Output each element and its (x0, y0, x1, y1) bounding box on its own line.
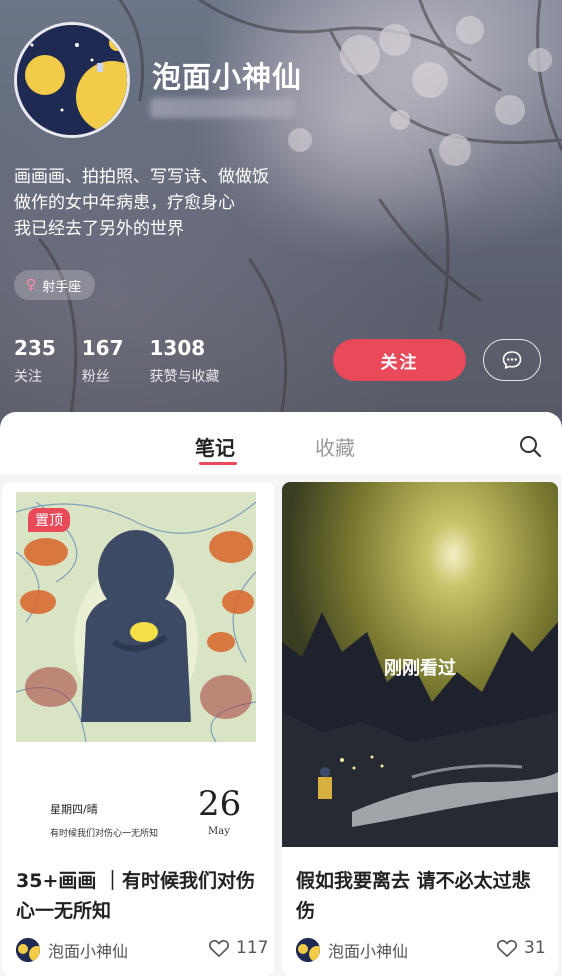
pinned-badge: 置顶 (28, 508, 70, 532)
stat-number: 235 (14, 336, 56, 360)
user-id-blurred (150, 98, 295, 118)
diary-month: May (208, 826, 230, 837)
note-card[interactable]: 置顶 星期四/晴 有时候我们对伤心一无所知 26 May 35+画画 ｜有时候我… (2, 482, 274, 976)
tab-notes[interactable]: 笔记 (195, 432, 235, 461)
note-card[interactable]: 刚刚看过 假如我要离去 请不必太过悲伤 泡面小神仙 31 (282, 482, 558, 976)
stat-number: 1308 (149, 336, 206, 360)
heart-icon (497, 939, 517, 957)
message-icon (502, 351, 522, 369)
note-title[interactable]: 假如我要离去 请不必太过悲伤 (296, 866, 546, 926)
stat-label: 获赞与收藏 (149, 369, 220, 385)
stat-following[interactable]: 235 关注 (14, 336, 56, 386)
heart-icon (209, 939, 229, 957)
female-icon: ♀ (26, 277, 37, 293)
bio-line: 画画画、拍拍照、写写诗、做做饭 (14, 167, 269, 187)
profile-header: 泡面小神仙 画画画、拍拍照、写写诗、做做饭 做作的女中年病患，疗愈身心 我已经去… (0, 0, 562, 430)
note-title[interactable]: 35+画画 ｜有时候我们对伤心一无所知 (16, 866, 266, 926)
diary-line: 有时候我们对伤心一无所知 (50, 829, 159, 839)
like-number: 31 (524, 938, 546, 958)
search-icon[interactable] (518, 434, 542, 458)
like-number: 117 (236, 938, 269, 958)
stat-fans[interactable]: 167 粉丝 (82, 336, 124, 386)
like-count[interactable]: 117 (208, 938, 268, 958)
active-tab-indicator (199, 462, 237, 465)
like-count[interactable]: 31 (496, 938, 546, 958)
note-author[interactable]: 泡面小神仙 (296, 938, 408, 962)
tab-collections[interactable]: 收藏 (315, 432, 355, 461)
author-name: 泡面小神仙 (48, 942, 129, 961)
profile-stats: 235 关注 167 粉丝 1308 获赞与收藏 (14, 336, 220, 386)
stat-label: 关注 (14, 369, 42, 385)
author-name: 泡面小神仙 (328, 942, 409, 961)
content-panel: 笔记 收藏 置顶 星期四/晴 有时候我们对伤心一无所知 26 May 35+画画… (0, 412, 562, 976)
tab-bar: 笔记 收藏 (0, 412, 562, 474)
stat-label: 粉丝 (81, 369, 110, 385)
stat-likes-collections[interactable]: 1308 获赞与收藏 (150, 336, 220, 386)
username: 泡面小神仙 (152, 60, 303, 94)
message-button[interactable] (483, 339, 541, 381)
author-avatar (296, 938, 320, 962)
zodiac-tag: ♀ 射手座 (14, 270, 96, 300)
follow-button[interactable]: 关注 (333, 339, 466, 381)
stat-number: 167 (81, 336, 124, 360)
note-cover-image[interactable]: 刚刚看过 (282, 482, 558, 847)
recently-viewed-overlay: 刚刚看过 (384, 658, 456, 679)
diary-caption: 星期四/晴 有时候我们对伤心一无所知 26 May (2, 746, 274, 856)
note-cover-image[interactable]: 置顶 (16, 492, 256, 742)
author-avatar (16, 938, 40, 962)
zodiac-label: 射手座 (42, 279, 82, 295)
profile-avatar[interactable] (14, 22, 130, 138)
bio-line: 我已经去了另外的世界 (14, 219, 184, 239)
bio-line: 做作的女中年病患，疗愈身心 (14, 193, 235, 213)
note-author[interactable]: 泡面小神仙 (16, 938, 128, 962)
profile-bio: 画画画、拍拍照、写写诗、做做饭 做作的女中年病患，疗愈身心 我已经去了另外的世界 (14, 164, 269, 242)
diary-day: 26 (198, 784, 242, 824)
diary-weekday: 星期四/晴 (50, 803, 98, 816)
